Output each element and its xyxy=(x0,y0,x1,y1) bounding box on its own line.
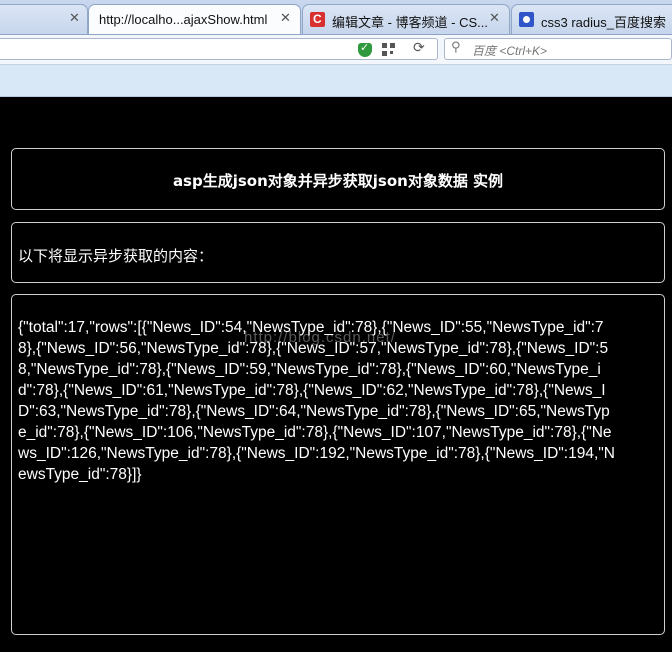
qr-code-icon[interactable] xyxy=(382,43,395,56)
tab-title: css3 radius_百度搜索 xyxy=(541,15,666,30)
json-result-panel: {"total":17,"rows":[{"News_ID":54,"NewsT… xyxy=(11,294,665,635)
tab-baidu-search[interactable]: css3 radius_百度搜索 xyxy=(511,4,672,34)
close-icon[interactable]: ✕ xyxy=(69,11,80,26)
refresh-icon[interactable]: ⟳ xyxy=(413,40,425,56)
address-bar[interactable]: ⟳ xyxy=(0,38,438,60)
csdn-icon xyxy=(310,12,325,27)
tab-previous[interactable]: ✕ xyxy=(0,4,88,34)
close-icon[interactable]: ✕ xyxy=(489,11,500,26)
search-input[interactable]: ⚲ 百度 <Ctrl+K> xyxy=(444,38,672,60)
tab-title: 编辑文章 - 博客频道 - CS... xyxy=(332,15,489,30)
watermark-text: http://blog.csdn.net/ xyxy=(244,329,396,346)
bookmarks-bar xyxy=(0,65,672,97)
page-title: asp生成json对象并异步获取json对象数据 实例 xyxy=(172,172,504,190)
tab-bar: ✕ http://localho...ajaxShow.html ✕ 编辑文章 … xyxy=(0,0,672,35)
intro-panel: 以下将显示异步获取的内容： xyxy=(11,222,665,283)
tab-csdn-editor[interactable]: 编辑文章 - 博客频道 - CS... ✕ xyxy=(302,4,510,34)
close-icon[interactable]: ✕ xyxy=(280,11,291,26)
search-placeholder: 百度 <Ctrl+K> xyxy=(472,44,548,58)
navigation-toolbar: ⟳ ⚲ 百度 <Ctrl+K> xyxy=(0,35,672,65)
heading-panel: asp生成json对象并异步获取json对象数据 实例 xyxy=(11,148,665,210)
baidu-icon xyxy=(519,12,534,27)
tab-title: http://localho...ajaxShow.html xyxy=(99,12,268,27)
search-icon: ⚲ xyxy=(451,40,461,55)
tab-active[interactable]: http://localho...ajaxShow.html ✕ xyxy=(88,4,301,34)
intro-text: 以下将显示异步获取的内容： xyxy=(18,247,214,265)
security-shield-icon[interactable] xyxy=(358,41,372,57)
